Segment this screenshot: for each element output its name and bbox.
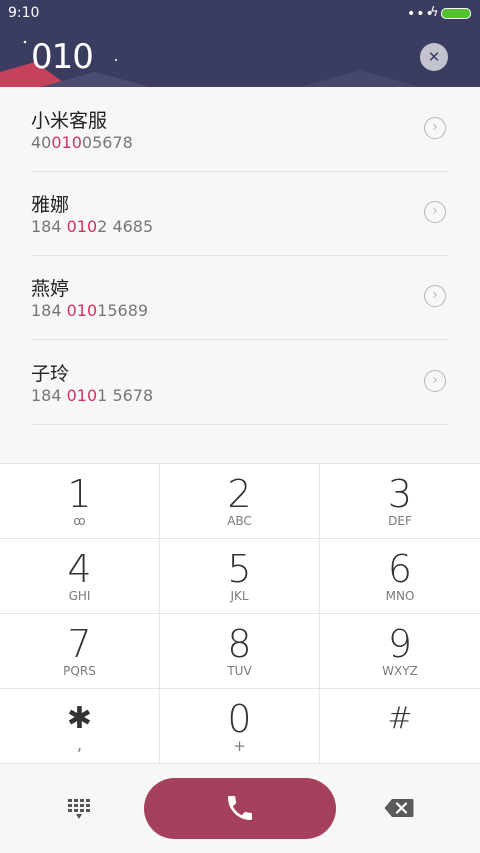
- battery-icon: [441, 8, 471, 19]
- contact-row[interactable]: 雅娜 184 0102 4685 ›: [31, 171, 448, 256]
- contact-name: 燕婷: [31, 278, 70, 300]
- contact-row[interactable]: 燕婷 184 01015689 ›: [31, 255, 448, 340]
- contact-number: 184 0102 4685: [31, 217, 154, 236]
- chevron-right-icon[interactable]: ›: [424, 117, 446, 139]
- key-5[interactable]: 5 JKL: [160, 539, 320, 614]
- dial-input[interactable]: 010: [31, 37, 94, 77]
- key-2[interactable]: 2 ABC: [160, 464, 320, 539]
- dialer-actions: [0, 764, 480, 853]
- key-0[interactable]: 0 +: [160, 689, 320, 764]
- chevron-right-icon[interactable]: ›: [424, 201, 446, 223]
- key-9[interactable]: 9 WXYZ: [320, 614, 480, 689]
- contact-number: 184 01015689: [31, 301, 149, 320]
- phone-icon: [228, 796, 252, 820]
- search-header: 9:10 ••• ϟ 010 ✕: [0, 0, 480, 87]
- clear-icon[interactable]: ✕: [420, 43, 448, 71]
- charging-icon: ϟ: [430, 5, 439, 20]
- key-7[interactable]: 7 PQRS: [0, 614, 160, 689]
- contact-number: 184 0101 5678: [31, 386, 154, 405]
- chevron-right-icon[interactable]: ›: [424, 370, 446, 392]
- contact-row[interactable]: 小米客服 4001005678 ›: [31, 87, 448, 172]
- contact-row[interactable]: 子玲 184 0101 5678 ›: [31, 340, 448, 425]
- status-bar: 9:10 ••• ϟ: [0, 0, 480, 28]
- status-time: 9:10: [8, 5, 40, 21]
- contact-name: 小米客服: [31, 110, 108, 132]
- contact-results: 小米客服 4001005678 › 雅娜 184 0102 4685 › 燕婷 …: [0, 87, 480, 463]
- call-button[interactable]: [144, 778, 336, 839]
- key-3[interactable]: 3 DEF: [320, 464, 480, 539]
- contact-name: 子玲: [31, 363, 70, 385]
- chevron-right-icon[interactable]: ›: [424, 285, 446, 307]
- key-hash[interactable]: #: [320, 689, 480, 764]
- key-4[interactable]: 4 GHI: [0, 539, 160, 614]
- contact-number: 4001005678: [31, 133, 133, 152]
- dialpad-toggle-icon[interactable]: [67, 798, 91, 820]
- dial-keypad: 1 ꝏ 2 ABC 3 DEF 4 GHI 5 JKL 6 MNO 7 PQRS…: [0, 463, 480, 764]
- voicemail-icon: ꝏ: [73, 514, 86, 528]
- key-8[interactable]: 8 TUV: [160, 614, 320, 689]
- key-6[interactable]: 6 MNO: [320, 539, 480, 614]
- contact-name: 雅娜: [31, 194, 70, 216]
- backspace-icon[interactable]: [384, 798, 414, 818]
- key-1[interactable]: 1 ꝏ: [0, 464, 160, 539]
- key-star[interactable]: ✱ ,: [0, 689, 160, 764]
